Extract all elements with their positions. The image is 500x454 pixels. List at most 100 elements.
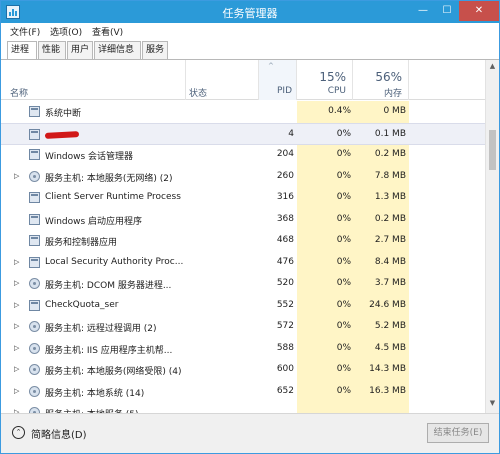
- process-window-icon: [29, 128, 40, 140]
- process-pid: 316: [276, 192, 294, 202]
- process-pid: 652: [276, 385, 294, 396]
- column-status-label: 状态: [189, 89, 208, 99]
- process-row[interactable]: ▷ 服务主机: IIS 应用程序主机帮... 588 0% 4.5 MB: [1, 338, 485, 360]
- process-cpu: 0%: [336, 342, 351, 353]
- end-task-button[interactable]: 结束任务(E): [427, 423, 489, 443]
- tab-processes[interactable]: 进程: [7, 41, 37, 60]
- expand-arrow-icon[interactable]: ▷: [14, 301, 19, 309]
- process-row[interactable]: ▷服务主机: 本地服务 (5): [1, 402, 485, 413]
- title-bar[interactable]: 任务管理器 — ☐ ✕: [1, 1, 499, 23]
- process-name: Windows 会话管理器: [45, 152, 134, 162]
- expand-arrow-icon[interactable]: ▷: [14, 344, 19, 352]
- process-name: 服务主机: 本地系统 (14): [45, 388, 145, 399]
- process-memory: 0.1 MB: [374, 128, 406, 139]
- menu-file[interactable]: 文件(F): [10, 25, 40, 38]
- process-pid: 468: [276, 235, 294, 245]
- memory-total-percent: 56%: [375, 70, 402, 84]
- process-name: 服务主机: IIS 应用程序主机帮...: [45, 345, 173, 356]
- column-name-label: 名称: [10, 89, 29, 99]
- process-pid: 204: [276, 149, 294, 159]
- expand-arrow-icon[interactable]: ▷: [14, 172, 19, 180]
- process-pid: 520: [276, 278, 294, 288]
- scrollbar-thumb[interactable]: [489, 130, 496, 170]
- process-name: 服务和控制器应用: [45, 238, 118, 248]
- process-row[interactable]: Windows 会话管理器 204 0% 0.2 MB: [1, 144, 485, 166]
- column-status[interactable]: 状态: [186, 60, 259, 100]
- column-cpu-label: CPU: [327, 86, 346, 96]
- column-cpu[interactable]: 15% CPU: [297, 60, 353, 100]
- service-gear-icon: [29, 385, 40, 397]
- footer-bar: ⌃ 简略信息(D) 结束任务(E): [1, 413, 499, 453]
- process-pid: 572: [276, 321, 294, 331]
- process-window-icon: [29, 299, 40, 311]
- menu-bar: 文件(F) 选项(O) 查看(V): [1, 23, 499, 39]
- process-row[interactable]: Windows 启动应用程序 368 0% 0.2 MB: [1, 209, 485, 231]
- process-memory: 5.2 MB: [374, 321, 406, 331]
- service-gear-icon: [29, 321, 40, 332]
- column-pid[interactable]: ^ PID: [259, 60, 297, 100]
- process-cpu: 0%: [336, 385, 351, 396]
- tab-details[interactable]: 详细信息: [94, 41, 141, 59]
- process-memory: 0 MB: [383, 106, 406, 116]
- tab-services[interactable]: 服务: [142, 41, 168, 59]
- process-memory: 2.7 MB: [374, 235, 406, 245]
- fewer-details-link[interactable]: 简略信息(D): [31, 426, 87, 441]
- process-name: 服务主机: DCOM 服务器进程...: [45, 281, 172, 291]
- service-gear-icon: [29, 278, 40, 289]
- process-row[interactable]: 4 0% 0.1 MB: [1, 122, 485, 145]
- process-name: 服务主机: 本地服务(网络受限) (4): [45, 367, 182, 377]
- column-name[interactable]: 名称: [1, 60, 186, 100]
- expand-arrow-icon[interactable]: ▷: [14, 365, 19, 373]
- process-pid: 260: [276, 170, 294, 181]
- process-memory: 1.3 MB: [374, 192, 406, 202]
- expand-arrow-icon[interactable]: ▷: [14, 322, 19, 330]
- process-row[interactable]: Client Server Runtime Process 316 0% 1.3 MB: [1, 187, 485, 209]
- process-row[interactable]: ▷ 服务主机: DCOM 服务器进程... 520 0% 3.7 MB: [1, 273, 485, 295]
- process-memory: 4.5 MB: [374, 342, 406, 353]
- service-gear-icon: [29, 364, 40, 375]
- process-cpu: 0%: [336, 170, 351, 181]
- column-pid-label: PID: [276, 86, 292, 96]
- collapse-up-icon[interactable]: ⌃: [12, 426, 25, 439]
- process-memory: 0.2 MB: [374, 149, 406, 159]
- menu-options[interactable]: 选项(O): [50, 25, 82, 38]
- process-cpu: 0%: [336, 299, 351, 310]
- column-memory[interactable]: 56% 内存: [353, 60, 409, 100]
- process-cpu: 0%: [336, 192, 351, 202]
- process-pid: 476: [276, 256, 294, 267]
- process-memory: 24.6 MB: [369, 299, 406, 310]
- menu-view[interactable]: 查看(V): [92, 25, 123, 38]
- sort-ascending-icon: ^: [268, 62, 274, 70]
- process-name: CheckQuota_ser: [45, 299, 119, 310]
- scroll-up-icon[interactable]: ▲: [486, 62, 499, 74]
- process-cpu: 0%: [336, 364, 351, 374]
- tab-performance[interactable]: 性能: [38, 41, 66, 59]
- process-name: 服务主机: 本地服务(无网络) (2): [45, 173, 173, 184]
- redaction-mark: [44, 130, 80, 139]
- process-window-icon: [29, 192, 40, 203]
- process-row[interactable]: ▷ 服务主机: 本地系统 (14) 652 0% 16.3 MB: [1, 381, 485, 403]
- process-row[interactable]: ▷ 服务主机: 远程过程调用 (2) 572 0% 5.2 MB: [1, 316, 485, 338]
- minimize-button[interactable]: —: [411, 1, 435, 21]
- expand-arrow-icon[interactable]: ▷: [14, 387, 19, 395]
- process-list: 系统中断 0.4% 0 MB 4 0% 0.1 MB Windows 会话管理器 204 0% 0…: [1, 101, 485, 413]
- column-memory-label: 内存: [383, 89, 402, 99]
- process-window-icon: [29, 213, 40, 225]
- process-cpu: 0.4%: [328, 106, 351, 116]
- scroll-down-icon[interactable]: ▼: [486, 399, 499, 411]
- process-row[interactable]: 系统中断 0.4% 0 MB: [1, 101, 485, 123]
- vertical-scrollbar[interactable]: ▲ ▼: [485, 60, 499, 413]
- expand-arrow-icon[interactable]: ▷: [14, 258, 19, 266]
- expand-arrow-icon[interactable]: ▷: [14, 279, 19, 287]
- process-cpu: 0%: [336, 256, 351, 267]
- close-button[interactable]: ✕: [459, 1, 499, 21]
- tab-users[interactable]: 用户: [67, 41, 93, 59]
- process-cpu: 0%: [336, 278, 351, 288]
- process-row[interactable]: ▷ 服务主机: 本地服务(无网络) (2) 260 0% 7.8 MB: [1, 166, 485, 188]
- process-row[interactable]: ▷ Local Security Authority Proc... 476 0% 8.…: [1, 252, 485, 274]
- process-window-icon: [29, 235, 40, 246]
- process-row[interactable]: ▷ CheckQuota_ser 552 0% 24.6 MB: [1, 295, 485, 317]
- process-row[interactable]: 服务和控制器应用 468 0% 2.7 MB: [1, 230, 485, 252]
- maximize-button[interactable]: ☐: [435, 1, 459, 21]
- process-row[interactable]: ▷ 服务主机: 本地服务(网络受限) (4) 600 0% 14.3 MB: [1, 359, 485, 381]
